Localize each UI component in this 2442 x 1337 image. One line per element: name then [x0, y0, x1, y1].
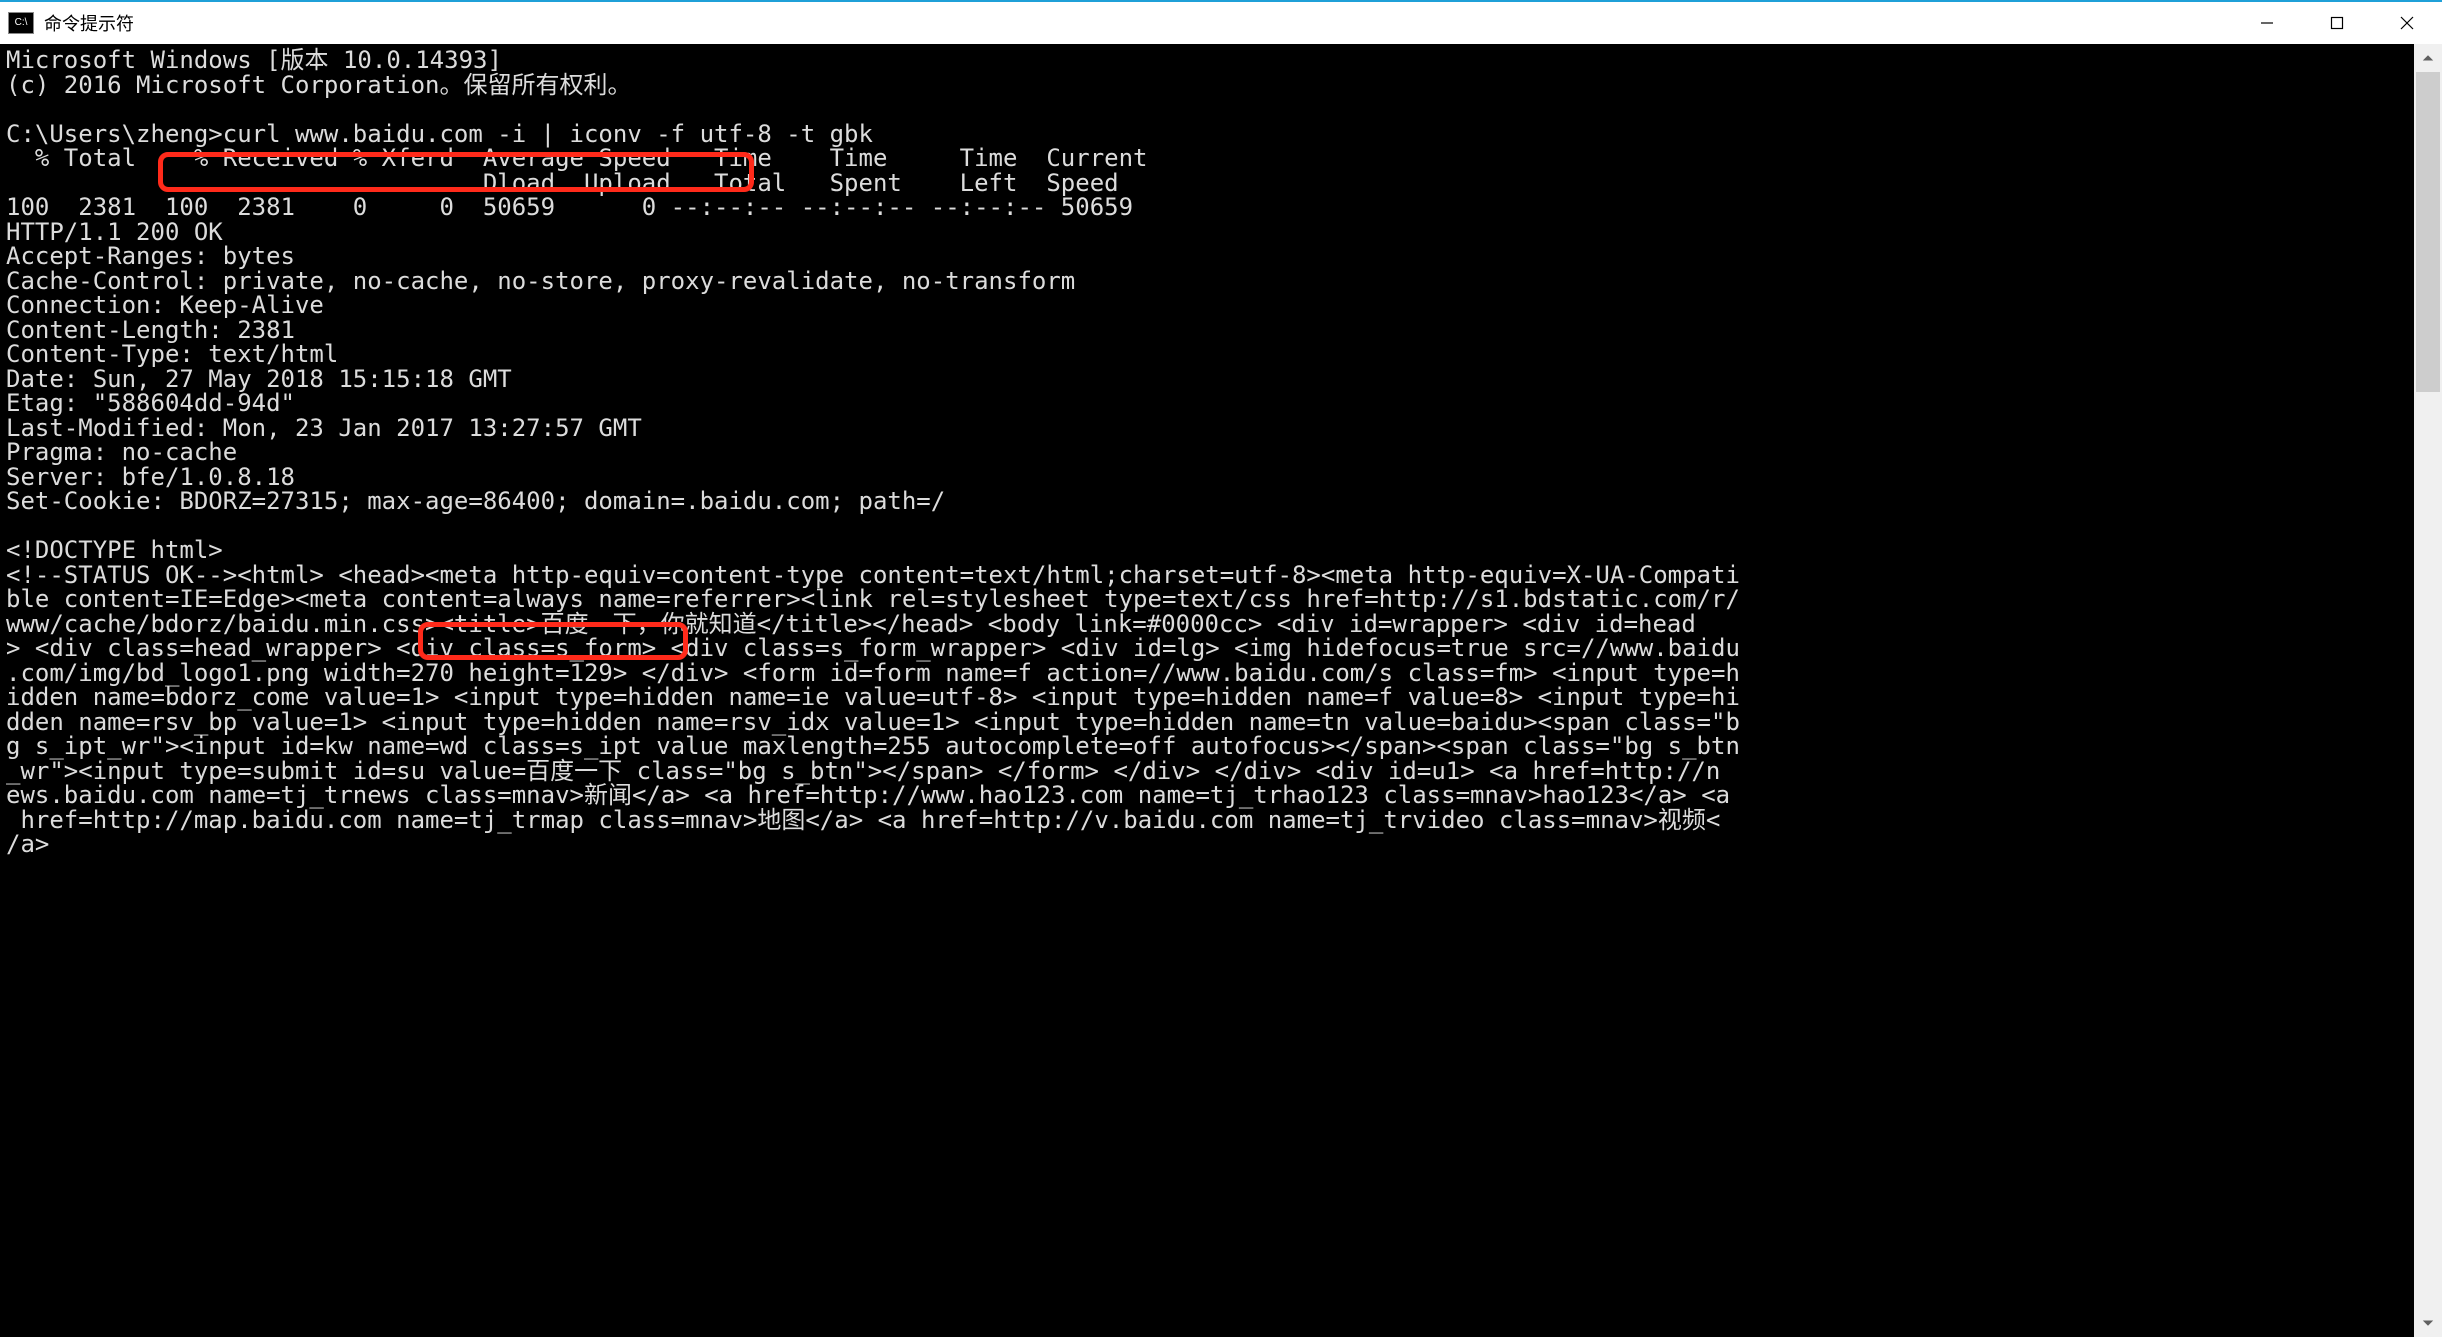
terminal-area: Microsoft Windows [版本 10.0.14393] (c) 20… — [0, 44, 2442, 1337]
scroll-up-button[interactable] — [2414, 44, 2442, 72]
close-button[interactable] — [2372, 2, 2442, 43]
chevron-up-icon — [2422, 52, 2434, 64]
terminal-output[interactable]: Microsoft Windows [版本 10.0.14393] (c) 20… — [0, 44, 2442, 1337]
titlebar[interactable]: C:\ 命令提示符 — [0, 2, 2442, 44]
window-frame: C:\ 命令提示符 Microsoft Windows [版本 10.0.143… — [0, 0, 2442, 1337]
close-icon — [2400, 16, 2414, 30]
scrollbar-track[interactable] — [2414, 72, 2442, 1309]
window-title: 命令提示符 — [44, 10, 134, 36]
minimize-button[interactable] — [2232, 2, 2302, 43]
maximize-icon — [2330, 16, 2344, 30]
maximize-button[interactable] — [2302, 2, 2372, 43]
chevron-down-icon — [2422, 1317, 2434, 1329]
window-controls — [2232, 2, 2442, 43]
scrollbar-thumb[interactable] — [2416, 72, 2440, 392]
minimize-icon — [2260, 16, 2274, 30]
scroll-down-button[interactable] — [2414, 1309, 2442, 1337]
cmd-icon: C:\ — [8, 12, 34, 34]
vertical-scrollbar[interactable] — [2414, 44, 2442, 1337]
